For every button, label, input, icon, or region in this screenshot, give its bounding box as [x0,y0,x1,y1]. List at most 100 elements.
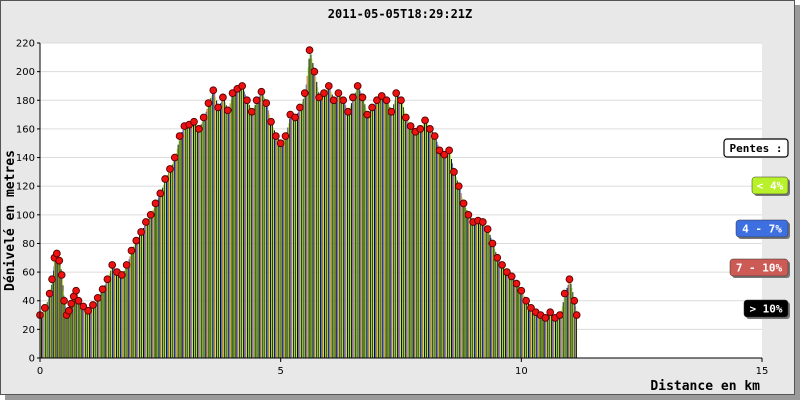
elevation-bar [517,284,519,358]
elevation-bar [415,131,417,358]
elevation-bar [425,120,427,359]
elevation-bar [98,296,100,358]
elevation-bar [299,107,301,358]
elevation-bar [407,120,409,359]
data-point [146,210,155,219]
elevation-bar [371,108,373,358]
data-point [72,286,80,295]
elevation-bar [243,88,245,359]
elevation-bar [166,177,168,358]
elevation-bar [562,302,564,358]
elevation-bar [463,203,465,358]
data-point [156,189,165,198]
data-point [368,103,376,112]
elevation-bar [240,87,242,358]
elevation-bar [366,111,368,359]
elevation-bar [155,203,157,358]
elevation-bar [263,96,265,358]
elevation-bar [434,136,436,358]
elevation-bar [324,91,326,358]
elevation-bar [205,111,207,359]
data-point [84,306,92,315]
elevation-bar [220,101,222,358]
elevation-bar [282,140,284,358]
elevation-bar [314,71,316,359]
elevation-bar [381,95,383,359]
y-tick-label: 40 [22,296,35,307]
elevation-bar [128,259,130,358]
data-point [416,125,425,133]
elevation-bar [186,125,188,359]
elevation-bar [475,221,477,358]
x-tick-label: 10 [515,366,528,377]
elevation-bar [343,100,345,358]
elevation-bar [401,103,403,358]
elevation-bar [422,125,424,359]
elevation-bar [460,193,462,358]
elevation-bar [492,243,494,358]
elevation-bar [549,313,551,358]
elevation-bar [42,310,44,358]
data-point [67,299,76,308]
elevation-bar [449,150,451,358]
elevation-bar [384,98,386,359]
elevation-bar [436,141,438,358]
data-point [127,246,136,255]
elevation-bar [310,54,312,359]
y-tick-label: 160 [16,124,35,135]
elevation-bar [481,221,483,358]
elevation-bar [393,104,395,358]
elevation-bar [461,196,463,358]
elevation-bar [487,229,489,358]
elevation-bar [208,103,210,359]
elevation-bar [253,107,255,359]
elevation-bar [327,87,329,359]
elevation-bar [488,232,490,358]
y-tick-label: 180 [16,96,35,107]
data-point [512,279,521,288]
elevation-bar [91,306,93,358]
elevation-bar [386,100,388,358]
elevation-bar [530,307,532,358]
elevation-bar [408,122,410,358]
data-point [541,314,550,322]
data-point [262,99,271,107]
elevation-bar [563,297,565,358]
elevation-bar [139,235,141,358]
elevation-bar [374,104,376,359]
elevation-bar [486,227,488,358]
elevation-bar [419,129,421,358]
elevation-bar [280,143,282,358]
elevation-bar [508,273,510,358]
data-point [257,87,266,96]
elevation-bar [224,102,226,359]
data-point [339,96,348,105]
elevation-bar [297,111,299,358]
elevation-bar [482,221,484,358]
elevation-bar [43,309,45,358]
elevation-bar [90,308,92,358]
elevation-bar [373,106,375,358]
elevation-bar [138,237,140,358]
elevation-bar [95,300,97,358]
elevation-bar [333,100,335,358]
elevation-bar [169,169,171,358]
elevation-bar [503,266,505,358]
elevation-bar [272,124,273,358]
elevation-bar [347,109,349,358]
elevation-bar [447,152,449,358]
elevation-bar [467,212,469,358]
elevation-bar [454,174,456,358]
elevation-bar [513,279,515,358]
elevation-bar [250,109,252,358]
elevation-bar [573,296,575,358]
elevation-bar [176,148,178,358]
legend-item-label: 4 - 7% [742,223,782,236]
x-tick-label: 5 [277,366,283,377]
elevation-bar [279,141,281,358]
elevation-bar [416,131,418,358]
elevation-bar [175,153,177,358]
elevation-bar [364,104,366,358]
elevation-bar [473,221,475,358]
elevation-bar [285,136,287,358]
